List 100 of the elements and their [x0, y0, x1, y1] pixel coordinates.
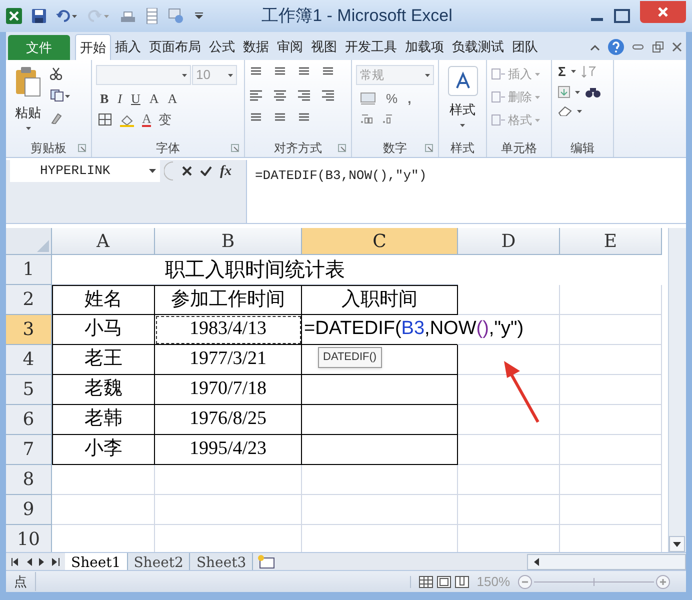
row-header[interactable]: 7	[6, 435, 52, 465]
sheet-tab[interactable]: Sheet1	[65, 552, 128, 570]
table-cell[interactable]: 1983/4/13	[155, 315, 302, 345]
caret-icon[interactable]	[575, 90, 580, 94]
scroll-down-icon[interactable]	[669, 536, 685, 552]
row-header[interactable]: 4	[6, 345, 52, 375]
phonetic-button[interactable]: 变	[158, 113, 172, 126]
table-cell[interactable]: 小李	[52, 435, 155, 465]
styles-button[interactable]: 样式	[443, 65, 482, 139]
table-icon[interactable]	[146, 8, 158, 24]
save-icon[interactable]	[32, 9, 46, 23]
column-header[interactable]: C	[302, 228, 458, 255]
table-cell[interactable]: 1977/3/21	[155, 345, 302, 375]
table-cell[interactable]	[302, 345, 458, 375]
ribbon-tab[interactable]: 视图	[307, 34, 341, 60]
sort-filter-icon[interactable]	[580, 65, 599, 78]
row-header[interactable]: 2	[6, 285, 52, 315]
zoom-in-icon[interactable]	[656, 574, 670, 588]
row-header[interactable]: 3	[6, 315, 52, 345]
dialog-launcher-icon[interactable]	[425, 144, 433, 152]
horizontal-scrollbar[interactable]	[527, 554, 686, 570]
ribbon-tab[interactable]: 加载项	[401, 34, 448, 60]
vertical-scrollbar[interactable]	[668, 228, 686, 552]
table-cell[interactable]	[302, 435, 458, 465]
page-break-view-icon[interactable]	[454, 576, 469, 588]
minimize-icon[interactable]	[632, 43, 644, 51]
sheet-tab[interactable]: Sheet2	[128, 552, 190, 570]
sheet-tab[interactable]: Sheet3	[190, 552, 254, 570]
column-header[interactable]: A	[52, 228, 155, 255]
table-cell[interactable]: 入职时间	[302, 285, 458, 315]
close-icon[interactable]	[672, 42, 682, 52]
scroll-left-icon[interactable]	[532, 558, 540, 566]
table-cell[interactable]: 老王	[52, 345, 155, 375]
dialog-launcher-icon[interactable]	[78, 144, 86, 152]
row-header[interactable]: 9	[6, 495, 52, 525]
customize-menu-icon[interactable]	[194, 12, 204, 20]
caret-icon[interactable]	[182, 74, 187, 76]
dialog-launcher-icon[interactable]	[338, 144, 346, 152]
row-header[interactable]: 10	[6, 525, 52, 552]
table-cell[interactable]: 老韩	[52, 405, 155, 435]
comma-button[interactable]: ,	[408, 92, 412, 105]
ribbon-tab[interactable]: 页面布局	[145, 34, 205, 60]
table-cell[interactable]: 1995/4/23	[155, 435, 302, 465]
row-header[interactable]: 1	[6, 255, 52, 285]
normal-view-icon[interactable]	[418, 576, 433, 588]
enter-icon[interactable]	[200, 166, 212, 176]
caret-icon[interactable]	[460, 124, 465, 126]
fill-color-icon[interactable]	[119, 112, 135, 126]
underline-button[interactable]: U	[131, 92, 140, 105]
formula-field[interactable]: =DATEDIF(B3,NOW(),"y")	[255, 168, 427, 183]
eraser-icon[interactable]	[558, 106, 572, 116]
fill-icon[interactable]	[558, 86, 570, 98]
currency-icon[interactable]	[360, 92, 376, 105]
caret-icon[interactable]	[425, 74, 430, 76]
last-sheet-icon[interactable]	[52, 558, 60, 566]
caret-icon[interactable]	[149, 169, 156, 173]
file-tab[interactable]: 文件	[8, 35, 70, 60]
ribbon-tab[interactable]: 开发工具	[341, 34, 401, 60]
excel-logo-icon[interactable]	[6, 8, 22, 24]
zoom-slider-track[interactable]	[534, 576, 654, 586]
close-button[interactable]	[640, 1, 686, 23]
ribbon-tab[interactable]: 负载测试	[448, 34, 508, 60]
caret-icon[interactable]	[228, 74, 233, 76]
increase-decimal-icon[interactable]	[360, 112, 374, 124]
ribbon-tab[interactable]: 团队	[508, 34, 542, 60]
row-header[interactable]: 5	[6, 375, 52, 405]
print-icon[interactable]	[120, 9, 136, 23]
table-cell[interactable]	[302, 375, 458, 405]
ribbon-tab[interactable]: 审阅	[273, 34, 307, 60]
bold-button[interactable]: B	[100, 92, 109, 105]
binoculars-icon[interactable]	[585, 86, 601, 98]
insert-sheet-icon[interactable]	[257, 554, 278, 568]
table-cell[interactable]: 1970/7/18	[155, 375, 302, 405]
percent-button[interactable]: %	[386, 92, 398, 105]
column-header[interactable]: E	[560, 228, 662, 255]
ribbon-tab[interactable]: 插入	[111, 34, 145, 60]
caret-icon[interactable]	[570, 70, 576, 73]
shrink-font-button[interactable]: A	[168, 92, 178, 105]
row-header[interactable]: 8	[6, 465, 52, 495]
paste-button[interactable]: 粘贴	[10, 65, 46, 139]
scissors-icon[interactable]	[50, 67, 62, 80]
column-header[interactable]: B	[155, 228, 302, 255]
collapse-ribbon-icon[interactable]	[590, 44, 600, 50]
copy-icon[interactable]	[50, 89, 70, 102]
next-sheet-icon[interactable]	[39, 558, 45, 566]
undo-icon[interactable]	[56, 9, 78, 23]
font-name-field[interactable]	[96, 65, 191, 85]
grow-font-button[interactable]: A	[149, 92, 159, 105]
column-header[interactable]: D	[458, 228, 560, 255]
first-sheet-icon[interactable]	[11, 558, 19, 566]
table-cell[interactable]: 姓名	[52, 285, 155, 315]
picture-frame-icon[interactable]	[168, 8, 184, 24]
ribbon-tab[interactable]: 公式	[205, 34, 239, 60]
caret-icon[interactable]	[577, 110, 582, 112]
borders-icon[interactable]	[98, 113, 112, 126]
table-cell[interactable]: 小马	[52, 315, 155, 345]
table-cell[interactable]: 1976/8/25	[155, 405, 302, 435]
table-cell[interactable]	[302, 405, 458, 435]
name-box[interactable]: HYPERLINK	[10, 160, 160, 182]
page-layout-view-icon[interactable]	[436, 576, 451, 588]
